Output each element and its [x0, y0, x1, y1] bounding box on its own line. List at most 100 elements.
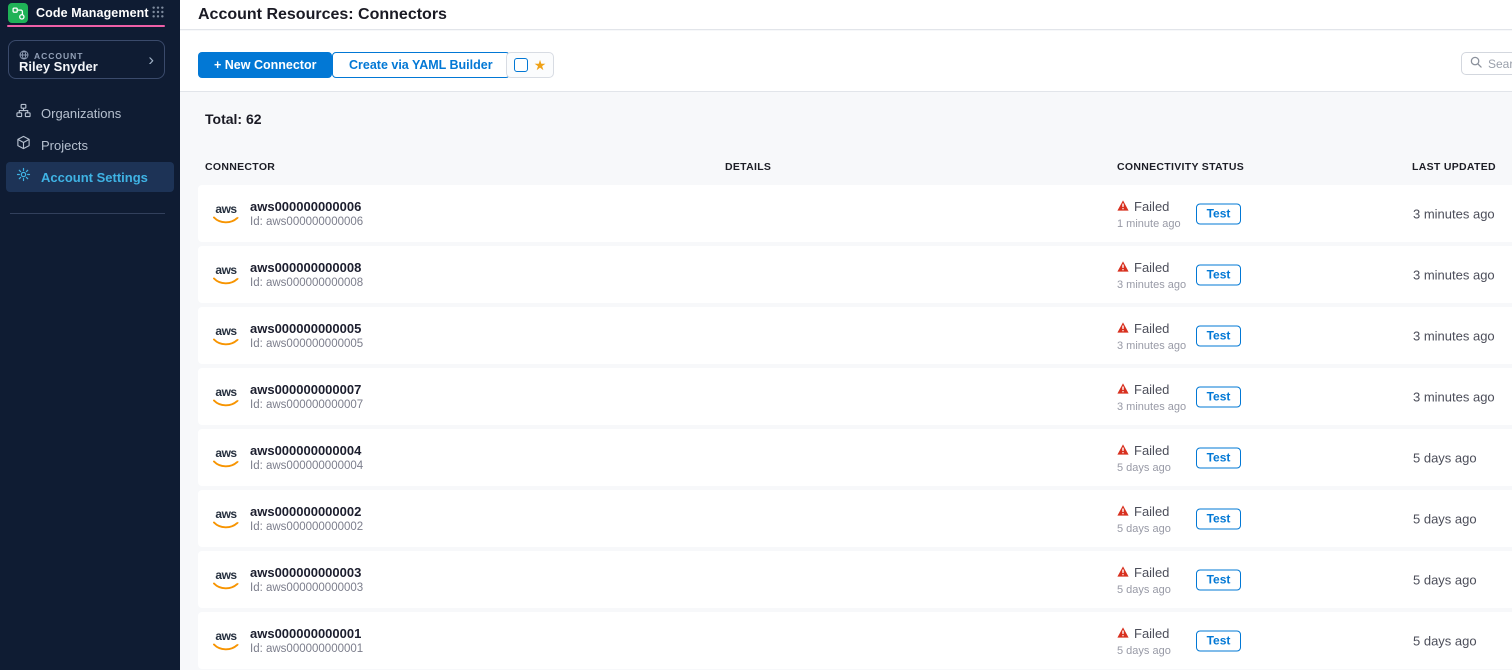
connector-cell: aws aws000000000003 Id: aws000000000003	[212, 551, 363, 608]
connectivity-status-cell: Failed 5 days ago	[1117, 564, 1171, 596]
test-button[interactable]: Test	[1196, 264, 1241, 285]
aws-logo-text: aws	[215, 447, 236, 459]
sidebar-item-label: Organizations	[41, 106, 121, 121]
column-header-connectivity-status: CONNECTIVITY STATUS	[1117, 161, 1244, 173]
connector-name: aws000000000003	[250, 565, 363, 580]
status-time: 5 days ago	[1117, 645, 1171, 657]
status-time: 5 days ago	[1117, 523, 1171, 535]
sidebar-item-account-settings[interactable]: Account Settings	[6, 162, 174, 192]
table-row[interactable]: aws aws000000000007 Id: aws000000000007	[198, 368, 1512, 425]
connectivity-status-cell: Failed 3 minutes ago	[1117, 381, 1186, 413]
status-label: Failed	[1134, 260, 1169, 275]
sidebar-header: Code Management	[0, 0, 180, 25]
aws-logo-text: aws	[215, 325, 236, 337]
aws-logo-text: aws	[215, 630, 236, 642]
connector-id: Id: aws000000000002	[250, 521, 363, 533]
status-label: Failed	[1134, 199, 1169, 214]
sidebar-item-label: Projects	[41, 138, 88, 153]
warning-triangle-icon	[1117, 625, 1129, 643]
status-time: 1 minute ago	[1117, 218, 1181, 230]
new-connector-button[interactable]: + New Connector	[198, 52, 332, 78]
aws-logo-text: aws	[215, 569, 236, 581]
table-row[interactable]: aws aws000000000006 Id: aws000000000006	[198, 185, 1512, 242]
status-time: 3 minutes ago	[1117, 279, 1186, 291]
status-label: Failed	[1134, 382, 1169, 397]
sidebar-item-projects[interactable]: Projects	[6, 130, 174, 160]
warning-triangle-icon	[1117, 198, 1129, 216]
connector-name: aws000000000006	[250, 199, 363, 214]
last-updated-cell: 3 minutes ago	[1413, 206, 1495, 221]
test-button[interactable]: Test	[1196, 447, 1241, 468]
chevron-right-icon: ›	[148, 50, 154, 67]
code-management-logo-icon[interactable]	[8, 3, 28, 23]
status-time: 5 days ago	[1117, 462, 1171, 474]
create-via-yaml-builder-button[interactable]: Create via YAML Builder	[332, 52, 510, 78]
connector-id: Id: aws000000000001	[250, 643, 363, 655]
connector-id: Id: aws000000000008	[250, 277, 363, 289]
connectivity-status-cell: Failed 5 days ago	[1117, 442, 1171, 474]
last-updated-cell: 3 minutes ago	[1413, 267, 1495, 282]
last-updated-cell: 3 minutes ago	[1413, 389, 1495, 404]
test-button[interactable]: Test	[1196, 386, 1241, 407]
favorites-filter[interactable]: ★	[506, 52, 554, 78]
account-selector[interactable]: ACCOUNT Riley Snyder ›	[8, 40, 165, 79]
aws-logo-icon: aws	[212, 569, 240, 591]
connectivity-status-cell: Failed 3 minutes ago	[1117, 259, 1186, 291]
app-window: Code Management ACCOUNT Riley Snyder	[0, 0, 1512, 670]
total-label: Total:	[205, 111, 242, 127]
column-header-last-updated: LAST UPDATED	[1412, 161, 1496, 173]
table-row[interactable]: aws aws000000000005 Id: aws000000000005	[198, 307, 1512, 364]
last-updated-cell: 5 days ago	[1413, 450, 1477, 465]
search-icon	[1470, 55, 1482, 73]
warning-triangle-icon	[1117, 442, 1129, 460]
status-label: Failed	[1134, 565, 1169, 580]
connectivity-status-cell: Failed 3 minutes ago	[1117, 320, 1186, 352]
test-button[interactable]: Test	[1196, 569, 1241, 590]
sidebar-nav: Organizations Projects A	[0, 96, 180, 194]
table-row[interactable]: aws aws000000000003 Id: aws000000000003	[198, 551, 1512, 608]
connector-name: aws000000000007	[250, 382, 363, 397]
table-row[interactable]: aws aws000000000001 Id: aws000000000001	[198, 612, 1512, 669]
status-time: 5 days ago	[1117, 584, 1171, 596]
last-updated-cell: 5 days ago	[1413, 633, 1477, 648]
aws-logo-text: aws	[215, 203, 236, 215]
test-button[interactable]: Test	[1196, 508, 1241, 529]
module-title: Code Management	[36, 6, 149, 20]
module-accent-bar	[7, 25, 165, 27]
search-input[interactable]	[1488, 57, 1512, 71]
connector-list: aws aws000000000006 Id: aws000000000006	[180, 185, 1512, 670]
table-row[interactable]: aws aws000000000008 Id: aws000000000008	[198, 246, 1512, 303]
search-box[interactable]	[1461, 52, 1512, 75]
connector-name: aws000000000002	[250, 504, 363, 519]
connector-cell: aws aws000000000007 Id: aws000000000007	[212, 368, 363, 425]
aws-logo-icon: aws	[212, 630, 240, 652]
status-time: 3 minutes ago	[1117, 340, 1186, 352]
sidebar-divider	[10, 213, 165, 214]
sidebar-item-organizations[interactable]: Organizations	[6, 98, 174, 128]
connector-cell: aws aws000000000005 Id: aws000000000005	[212, 307, 363, 364]
connector-name: aws000000000004	[250, 443, 363, 458]
aws-logo-text: aws	[215, 508, 236, 520]
test-button[interactable]: Test	[1196, 325, 1241, 346]
test-button[interactable]: Test	[1196, 203, 1241, 224]
projects-icon	[16, 135, 31, 155]
connector-id: Id: aws000000000003	[250, 582, 363, 594]
favorites-checkbox[interactable]	[514, 58, 528, 72]
status-label: Failed	[1134, 504, 1169, 519]
total-value: 62	[246, 111, 262, 127]
connector-cell: aws aws000000000004 Id: aws000000000004	[212, 429, 363, 486]
warning-triangle-icon	[1117, 381, 1129, 399]
table-row[interactable]: aws aws000000000004 Id: aws000000000004	[198, 429, 1512, 486]
connector-id: Id: aws000000000005	[250, 338, 363, 350]
connectivity-status-cell: Failed 5 days ago	[1117, 503, 1171, 535]
warning-triangle-icon	[1117, 259, 1129, 277]
last-updated-cell: 5 days ago	[1413, 511, 1477, 526]
connector-name: aws000000000001	[250, 626, 363, 641]
connector-cell: aws aws000000000002 Id: aws000000000002	[212, 490, 363, 547]
gear-icon	[16, 167, 31, 187]
test-button[interactable]: Test	[1196, 630, 1241, 651]
star-icon: ★	[534, 58, 547, 72]
last-updated-cell: 5 days ago	[1413, 572, 1477, 587]
table-row[interactable]: aws aws000000000002 Id: aws000000000002	[198, 490, 1512, 547]
module-switcher-grid-icon[interactable]	[152, 5, 164, 23]
